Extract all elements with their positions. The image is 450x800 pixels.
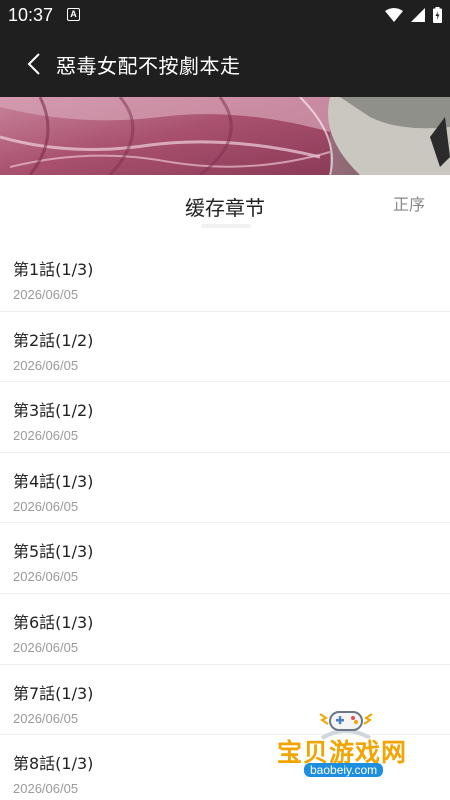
chevron-left-icon [27, 53, 40, 75]
chapter-date: 2026/06/05 [13, 498, 79, 514]
chapter-name: 第4話(1/3) [13, 471, 94, 491]
chapter-item[interactable]: 第1話(1/3) 2026/06/05 [0, 241, 450, 312]
chapter-item[interactable]: 第8話(1/3) 2026/06/05 [0, 735, 450, 800]
chapter-name: 第8話(1/3) [13, 754, 94, 774]
sheet-title: 缓存章节 [185, 196, 265, 220]
chapter-list: 第1話(1/3) 2026/06/05 第2話(1/2) 2026/06/05 … [0, 241, 450, 800]
chapter-name: 第3話(1/2) [13, 401, 94, 421]
sort-order-button[interactable]: 正序 [393, 191, 425, 215]
status-icons [385, 6, 442, 24]
battery-icon [433, 7, 442, 23]
chapter-date: 2026/06/05 [13, 569, 79, 585]
top-app-bar: 惡毒女配不按劇本走 [0, 30, 450, 97]
cover-artwork [0, 97, 450, 175]
wifi-icon [385, 8, 403, 22]
chapter-date: 2026/06/05 [13, 357, 79, 373]
notification-icon: A [67, 8, 80, 21]
comic-title: 惡毒女配不按劇本走 [56, 54, 241, 78]
cached-chapters-sheet: 缓存章节 正序 第1話(1/3) 2026/06/05 第2話(1/2) 202… [0, 175, 450, 800]
chapter-date: 2026/06/05 [13, 287, 79, 302]
chapter-item[interactable]: 第3話(1/2) 2026/06/05 [0, 382, 450, 453]
chapter-name: 第5話(1/3) [13, 542, 94, 562]
chapter-date: 2026/06/05 [13, 639, 79, 655]
chapter-item[interactable]: 第2話(1/2) 2026/06/05 [0, 312, 450, 383]
chapter-date: 2026/06/05 [13, 428, 79, 444]
signal-icon [411, 8, 425, 22]
status-bar: 10:37 A [0, 0, 450, 30]
chapter-name: 第2話(1/2) [13, 330, 94, 350]
chapter-name: 第6話(1/3) [13, 612, 94, 632]
chapter-name: 第1話(1/3) [13, 260, 94, 279]
chapter-date: 2026/06/05 [13, 710, 79, 726]
drag-handle[interactable] [201, 224, 251, 228]
cover-banner-image [0, 97, 450, 175]
status-time: 10:37 [8, 5, 54, 25]
chapter-name: 第7話(1/3) [13, 683, 94, 703]
chapter-item[interactable]: 第4話(1/3) 2026/06/05 [0, 453, 450, 524]
chapter-item[interactable]: 第6話(1/3) 2026/06/05 [0, 594, 450, 665]
chapter-item[interactable]: 第7話(1/3) 2026/06/05 [0, 665, 450, 736]
back-button[interactable] [18, 48, 50, 80]
chapter-item[interactable]: 第5話(1/3) 2026/06/05 [0, 523, 450, 594]
chapter-date: 2026/06/05 [13, 781, 79, 797]
